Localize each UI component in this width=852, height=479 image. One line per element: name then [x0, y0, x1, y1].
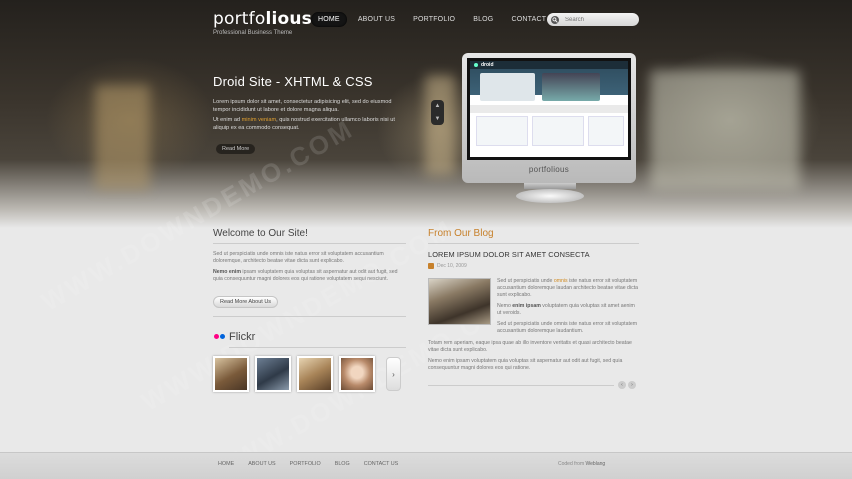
- blog-heading: From Our Blog: [428, 228, 639, 244]
- search-input[interactable]: [565, 16, 635, 23]
- post-date: Dec 10, 2009: [428, 263, 467, 269]
- calendar-icon: [428, 263, 434, 269]
- background-window-glow: [650, 70, 800, 190]
- footer-nav: HOME ABOUT US PORTFOLIO BLOG CONTACT US: [218, 461, 398, 467]
- footer-link-home[interactable]: HOME: [218, 461, 234, 467]
- nav-item-home[interactable]: HOME: [311, 12, 347, 27]
- site-logo[interactable]: portfolious Professional Business Theme: [213, 9, 312, 36]
- flickr-heading: Flickr: [229, 331, 406, 348]
- welcome-heading: Welcome to Our Site!: [213, 228, 406, 244]
- welcome-paragraph: Nemo enim ipsam voluptatem quia voluptas…: [213, 269, 398, 282]
- divider: [213, 316, 406, 317]
- flickr-thumbnail[interactable]: [213, 356, 249, 392]
- post-image[interactable]: [428, 278, 491, 325]
- flickr-thumbnail[interactable]: [255, 356, 291, 392]
- slide-paragraph: Ut enim ad minim veniam, quis nostrud ex…: [213, 117, 395, 131]
- footer-link-about-us[interactable]: ABOUT US: [248, 461, 275, 467]
- nav-item-blog[interactable]: BLOG: [466, 12, 500, 27]
- divider: [428, 385, 614, 386]
- search-box: [547, 13, 639, 26]
- monitor-base: [516, 189, 584, 203]
- slider-up-arrow-icon[interactable]: ▲: [435, 103, 441, 109]
- footer-credit-link[interactable]: Weblang: [586, 461, 606, 467]
- post-title[interactable]: LOREM IPSUM DOLOR SIT AMET CONSECTA: [428, 250, 590, 259]
- search-icon[interactable]: [551, 15, 559, 24]
- pager-prev-button[interactable]: ‹: [618, 381, 626, 389]
- slide-highlight-link[interactable]: minim veniam: [242, 117, 277, 123]
- footer: [0, 452, 852, 479]
- flickr-next-button[interactable]: ›: [386, 357, 401, 391]
- flickr-icon: [214, 334, 225, 339]
- slider-arrows: ▲ ▼: [431, 100, 444, 125]
- slider-down-arrow-icon[interactable]: ▼: [435, 116, 441, 122]
- read-more-about-us-button[interactable]: Read More About Us: [213, 296, 279, 308]
- logo-tagline: Professional Business Theme: [213, 30, 293, 36]
- screen-logo: droid: [481, 62, 494, 68]
- slide-read-more-button[interactable]: Read More: [216, 144, 256, 154]
- nav-item-about-us[interactable]: ABOUT US: [351, 12, 402, 27]
- background-window-glow: [425, 75, 455, 175]
- main-nav: HOME ABOUT US PORTFOLIO BLOG CONTACT US: [311, 12, 565, 27]
- post-inline-link[interactable]: omnis: [554, 278, 568, 284]
- footer-link-contact-us[interactable]: CONTACT US: [364, 461, 399, 467]
- footer-credit: Coded from Weblang: [558, 461, 606, 467]
- monitor-image: droid portfolious: [462, 53, 636, 183]
- monitor-brand: portfolious: [528, 165, 570, 174]
- pager-next-button[interactable]: ›: [628, 381, 636, 389]
- slide-paragraph: Lorem ipsum dolor sit amet, consectetur …: [213, 99, 392, 113]
- footer-link-portfolio[interactable]: PORTFOLIO: [290, 461, 321, 467]
- background-window-glow: [95, 85, 150, 190]
- post-paragraph: Sed ut perspiciatis unde omnis iste natu…: [497, 321, 638, 334]
- footer-link-blog[interactable]: BLOG: [335, 461, 350, 467]
- nav-item-portfolio[interactable]: PORTFOLIO: [406, 12, 462, 27]
- post-paragraph: Sed ut perspiciatis unde omnis iste natu…: [497, 278, 639, 298]
- flickr-thumbnail[interactable]: [339, 356, 375, 392]
- hero-banner: [0, 0, 852, 228]
- welcome-paragraph: Sed ut perspiciatis unde omnis iste natu…: [213, 251, 384, 264]
- post-paragraph: Nemo enim ipsam voluptatem quia voluptas…: [428, 358, 623, 371]
- blog-pager: ‹ ›: [618, 381, 636, 389]
- post-paragraph: Totam rem aperiam, eaque ipsa quae ab il…: [428, 340, 632, 353]
- logo-text: portfolious: [213, 9, 312, 29]
- slide-title: Droid Site - XHTML & CSS: [213, 74, 373, 89]
- flickr-thumbnail[interactable]: [297, 356, 333, 392]
- post-paragraph: Nemo enim ipsam voluptatem quia voluptas…: [497, 303, 635, 316]
- monitor-screen: droid: [467, 58, 631, 160]
